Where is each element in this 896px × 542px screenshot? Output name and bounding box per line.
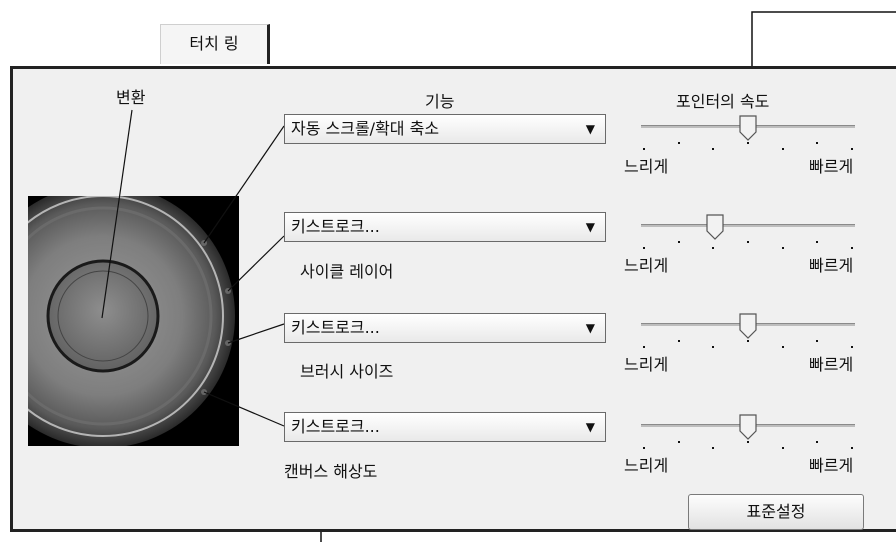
- slider-tick: [851, 346, 853, 348]
- slider-tick: [816, 340, 818, 342]
- dropdown-arrow-icon: ▼: [585, 420, 595, 434]
- slider-tick: [782, 247, 784, 249]
- slider-tick: [678, 441, 680, 443]
- function-dropdown-3[interactable]: 키스트로크... ▼: [284, 313, 606, 343]
- slider-tick: [678, 340, 680, 342]
- sublabel-4: 캔버스 해상도: [284, 462, 378, 481]
- slider-fast-label: 빠르게: [809, 157, 854, 176]
- pointer-speed-slider-1[interactable]: 느리게 빠르게: [624, 115, 855, 195]
- slider-slow-label: 느리게: [624, 355, 669, 374]
- slider-tick: [712, 346, 714, 348]
- slider-track: [641, 224, 855, 227]
- slider-tick: [712, 447, 714, 449]
- function-dropdown-4[interactable]: 키스트로크... ▼: [284, 412, 606, 442]
- slider-tick: [643, 346, 645, 348]
- slider-tick: [747, 241, 749, 243]
- slider-tick: [678, 142, 680, 144]
- default-settings-button[interactable]: 표준설정: [688, 494, 864, 530]
- dropdown-value: 키스트로크...: [291, 318, 380, 337]
- slider-tick: [712, 148, 714, 150]
- slider-tick: [816, 441, 818, 443]
- sublabel-3: 브러시 사이즈: [300, 362, 394, 381]
- pointer-speed-slider-4[interactable]: 느리게 빠르게: [624, 414, 855, 494]
- slider-fast-label: 빠르게: [809, 456, 854, 475]
- slider-fast-label: 빠르게: [809, 256, 854, 275]
- dropdown-value: 자동 스크롤/확대 축소: [291, 119, 440, 138]
- slider-thumb[interactable]: [739, 313, 757, 339]
- dropdown-arrow-icon: ▼: [585, 321, 595, 335]
- sublabel-2: 사이클 레이어: [300, 262, 394, 281]
- slider-slow-label: 느리게: [624, 157, 669, 176]
- slider-tick: [851, 148, 853, 150]
- function-dropdown-2[interactable]: 키스트로크... ▼: [284, 212, 606, 242]
- slider-tick: [643, 247, 645, 249]
- dropdown-value: 키스트로크...: [291, 217, 380, 236]
- slider-slow-label: 느리게: [624, 256, 669, 275]
- slider-tick: [782, 447, 784, 449]
- slider-tick: [782, 346, 784, 348]
- slider-tick: [747, 142, 749, 144]
- dropdown-arrow-icon: ▼: [585, 220, 595, 234]
- slider-tick: [643, 447, 645, 449]
- slider-thumb[interactable]: [706, 214, 724, 240]
- slider-fast-label: 빠르게: [809, 355, 854, 374]
- slider-tick: [851, 447, 853, 449]
- slider-thumb[interactable]: [739, 115, 757, 141]
- slider-tick: [712, 247, 714, 249]
- dropdown-value: 키스트로크...: [291, 417, 380, 436]
- slider-thumb[interactable]: [739, 414, 757, 440]
- slider-slow-label: 느리게: [624, 456, 669, 475]
- slider-tick: [747, 441, 749, 443]
- slider-tick: [782, 148, 784, 150]
- slider-tick: [643, 148, 645, 150]
- slider-tick: [851, 247, 853, 249]
- pointer-speed-slider-2[interactable]: 느리게 빠르게: [624, 214, 855, 294]
- slider-tick: [816, 142, 818, 144]
- slider-tick: [678, 241, 680, 243]
- slider-tick: [816, 241, 818, 243]
- pointer-speed-slider-3[interactable]: 느리게 빠르게: [624, 313, 855, 393]
- slider-tick: [747, 340, 749, 342]
- function-dropdown-1[interactable]: 자동 스크롤/확대 축소 ▼: [284, 114, 606, 144]
- dropdown-arrow-icon: ▼: [585, 122, 595, 136]
